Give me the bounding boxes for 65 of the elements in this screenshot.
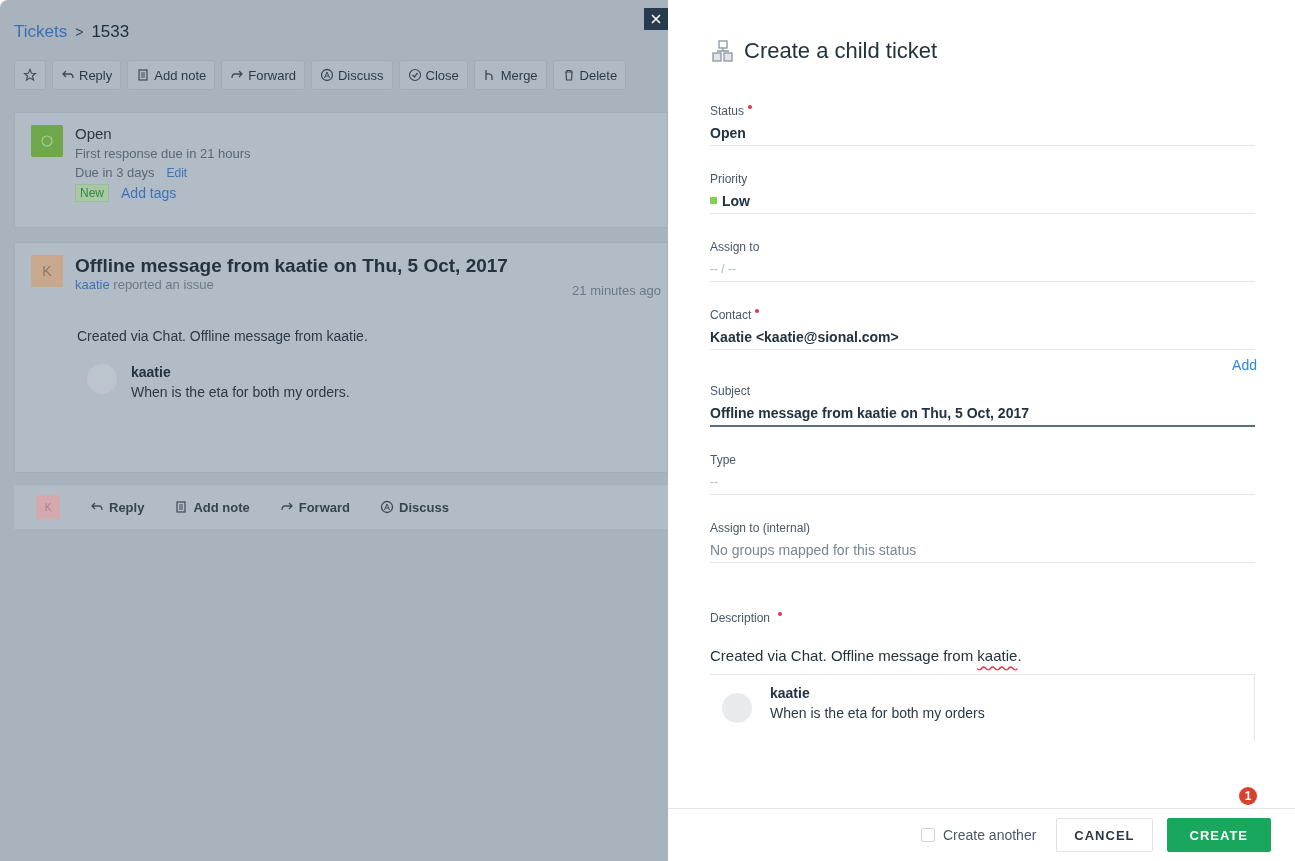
form-field[interactable]: Priority Low	[710, 172, 1255, 214]
create-button[interactable]: CREATE	[1166, 818, 1271, 852]
ticket-tag: New	[75, 184, 109, 202]
message-meta: kaatie reported an issue	[75, 277, 215, 292]
toolbar-button[interactable]: Merge	[473, 60, 547, 90]
message-time: 21 minutes ago	[572, 283, 661, 298]
form-field[interactable]: Status Open	[710, 104, 1255, 146]
toolbar-button[interactable]: Close	[398, 60, 468, 90]
toolbar-button[interactable]: Forward	[221, 60, 305, 90]
add-link[interactable]: Add	[1232, 357, 1257, 373]
field-value: Open	[710, 124, 746, 141]
breadcrumb-separator: >	[75, 24, 84, 40]
reply-bar-button[interactable]: Reply	[90, 499, 145, 515]
field-label: Description	[710, 611, 1255, 625]
discuss-icon	[320, 68, 334, 82]
toolbar-button[interactable]: Reply	[52, 60, 122, 90]
note-icon	[136, 68, 151, 82]
avatar: K	[31, 255, 63, 287]
star-icon	[23, 68, 37, 82]
chat-status-icon	[31, 125, 63, 157]
field-label: Assign to (internal)	[710, 521, 812, 535]
star-button[interactable]	[14, 60, 46, 90]
ticket-number: 1533	[91, 22, 130, 42]
field-placeholder: -- / --	[710, 261, 736, 276]
toolbar-button[interactable]: Add note	[127, 60, 216, 90]
first-response-due: First response due in 21 hours	[75, 146, 251, 161]
quote-author: kaatie	[770, 685, 811, 701]
cancel-button[interactable]: CANCEL	[1056, 818, 1153, 852]
field-label: Status	[710, 104, 1255, 118]
create-another-checkbox[interactable]: Create another	[914, 826, 1043, 844]
description-text[interactable]: Created via Chat. Offline message from kaatie.	[710, 647, 1255, 675]
child-ticket-icon	[710, 39, 736, 63]
field-label: Type	[710, 453, 737, 467]
check-circle-icon	[407, 68, 422, 82]
reply-bar-button[interactable]: Forward	[279, 499, 351, 515]
field-label: Assign to	[710, 240, 761, 254]
form-field[interactable]: Subject Offline message from kaatie on Thu, 5 Oct, 2017	[710, 384, 1255, 427]
field-label: Priority	[710, 172, 749, 186]
field-placeholder: --	[710, 474, 718, 489]
discuss-icon	[380, 500, 395, 514]
field-value: Kaatie <kaatie@sional.com>	[710, 328, 899, 345]
field-value: Offline message from kaatie on Thu, 5 Oct, 2017	[710, 404, 1029, 421]
message-title: Offline message from kaatie on Thu, 5 Oct, 2017	[75, 255, 508, 277]
form-field[interactable]: Assign to -- / --	[710, 240, 1255, 282]
close-button[interactable]	[644, 8, 668, 30]
toolbar-button[interactable]: Discuss	[311, 60, 393, 90]
field-value: No groups mapped for this status	[710, 541, 917, 558]
close-icon	[651, 14, 661, 24]
quote-text: When is the eta for both my orders	[770, 705, 985, 721]
field-value: Low	[722, 192, 750, 209]
form-field[interactable]: Type --	[710, 453, 1255, 495]
message-body: Created via Chat. Offline message from kaatie.	[77, 328, 369, 344]
panel-title: Create a child ticket	[744, 38, 938, 64]
notification-badge: 1	[1239, 787, 1257, 805]
reply-bar-button[interactable]: Discuss	[380, 499, 449, 515]
reply-bar-button[interactable]: Add note	[174, 499, 250, 515]
form-field[interactable]: Assign to (internal) No groups mapped for this status	[710, 521, 1255, 563]
ticket-status: Open	[75, 125, 113, 142]
field-label: Subject	[710, 384, 752, 398]
field-label: Contact	[710, 308, 1255, 322]
quote-author: kaatie	[131, 364, 172, 380]
note-icon	[174, 500, 189, 514]
due-date: Due in 3 days	[75, 165, 155, 180]
quote-text: When is the eta for both my orders.	[131, 384, 350, 400]
toolbar-button[interactable]: Delete	[552, 60, 627, 90]
